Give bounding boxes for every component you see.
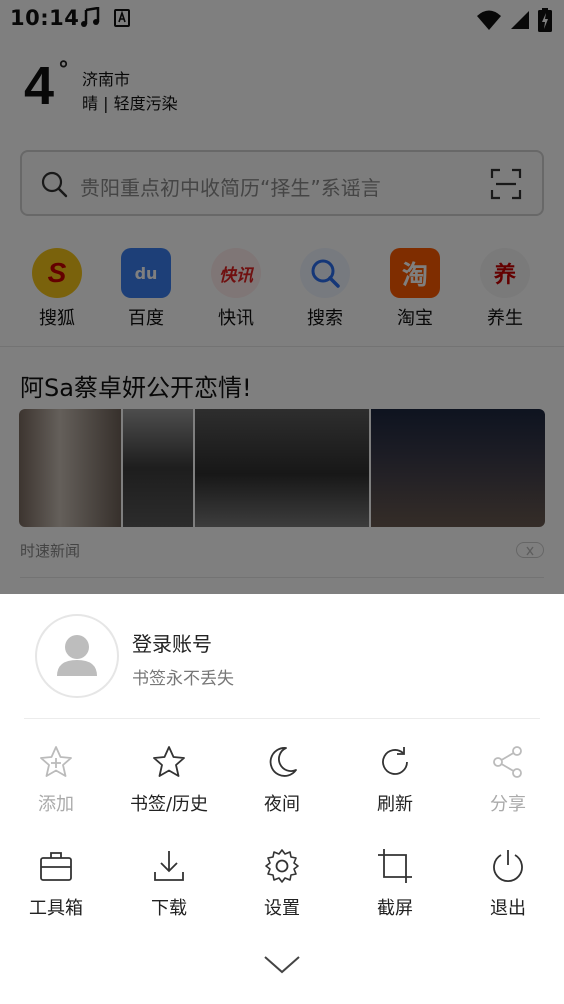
menu-label: 设置 bbox=[264, 898, 300, 919]
refresh-button[interactable]: 刷新 bbox=[339, 744, 451, 824]
menu-bottom-sheet: 登录账号 书签永不丢失 添加 书签/历史 夜间 刷新 分享 工具箱 下载 设置 … bbox=[0, 594, 564, 1004]
download-button[interactable]: 下载 bbox=[113, 848, 225, 928]
menu-label: 刷新 bbox=[377, 794, 413, 815]
menu-row: 工具箱 下载 设置 截屏 退出 bbox=[0, 848, 564, 928]
gear-icon bbox=[265, 849, 299, 883]
moon-icon bbox=[269, 747, 297, 777]
menu-label: 添加 bbox=[38, 794, 74, 815]
share-button[interactable]: 分享 bbox=[452, 744, 564, 824]
settings-button[interactable]: 设置 bbox=[226, 848, 338, 928]
menu-label: 书签/历史 bbox=[129, 794, 209, 815]
power-icon bbox=[493, 850, 523, 883]
user-icon bbox=[57, 635, 97, 676]
share-icon bbox=[493, 746, 522, 778]
exit-button[interactable]: 退出 bbox=[452, 848, 564, 928]
night-mode-button[interactable]: 夜间 bbox=[226, 744, 338, 824]
download-icon bbox=[154, 851, 184, 881]
bookmarks-history-button[interactable]: 书签/历史 bbox=[113, 744, 225, 824]
screenshot-button[interactable]: 截屏 bbox=[339, 848, 451, 928]
menu-label: 下载 bbox=[151, 898, 187, 919]
toolbox-icon bbox=[40, 852, 72, 881]
dim-overlay[interactable] bbox=[0, 0, 564, 594]
menu-label: 夜间 bbox=[264, 794, 300, 815]
menu-label: 截屏 bbox=[377, 898, 413, 919]
star-plus-icon bbox=[40, 746, 72, 777]
add-bookmark-button[interactable]: 添加 bbox=[0, 744, 112, 824]
chevron-down-icon[interactable] bbox=[262, 952, 302, 978]
toolbox-button[interactable]: 工具箱 bbox=[0, 848, 112, 928]
crop-icon bbox=[378, 849, 412, 883]
divider bbox=[24, 718, 540, 719]
menu-label: 分享 bbox=[490, 794, 526, 815]
login-subtitle: 书签永不丢失 bbox=[132, 669, 234, 689]
menu-row: 添加 书签/历史 夜间 刷新 分享 bbox=[0, 744, 564, 824]
avatar[interactable] bbox=[35, 614, 119, 698]
menu-label: 退出 bbox=[490, 898, 526, 919]
refresh-icon bbox=[382, 747, 408, 775]
menu-label: 工具箱 bbox=[29, 898, 83, 919]
star-icon bbox=[153, 746, 185, 777]
login-title[interactable]: 登录账号 bbox=[132, 628, 212, 657]
